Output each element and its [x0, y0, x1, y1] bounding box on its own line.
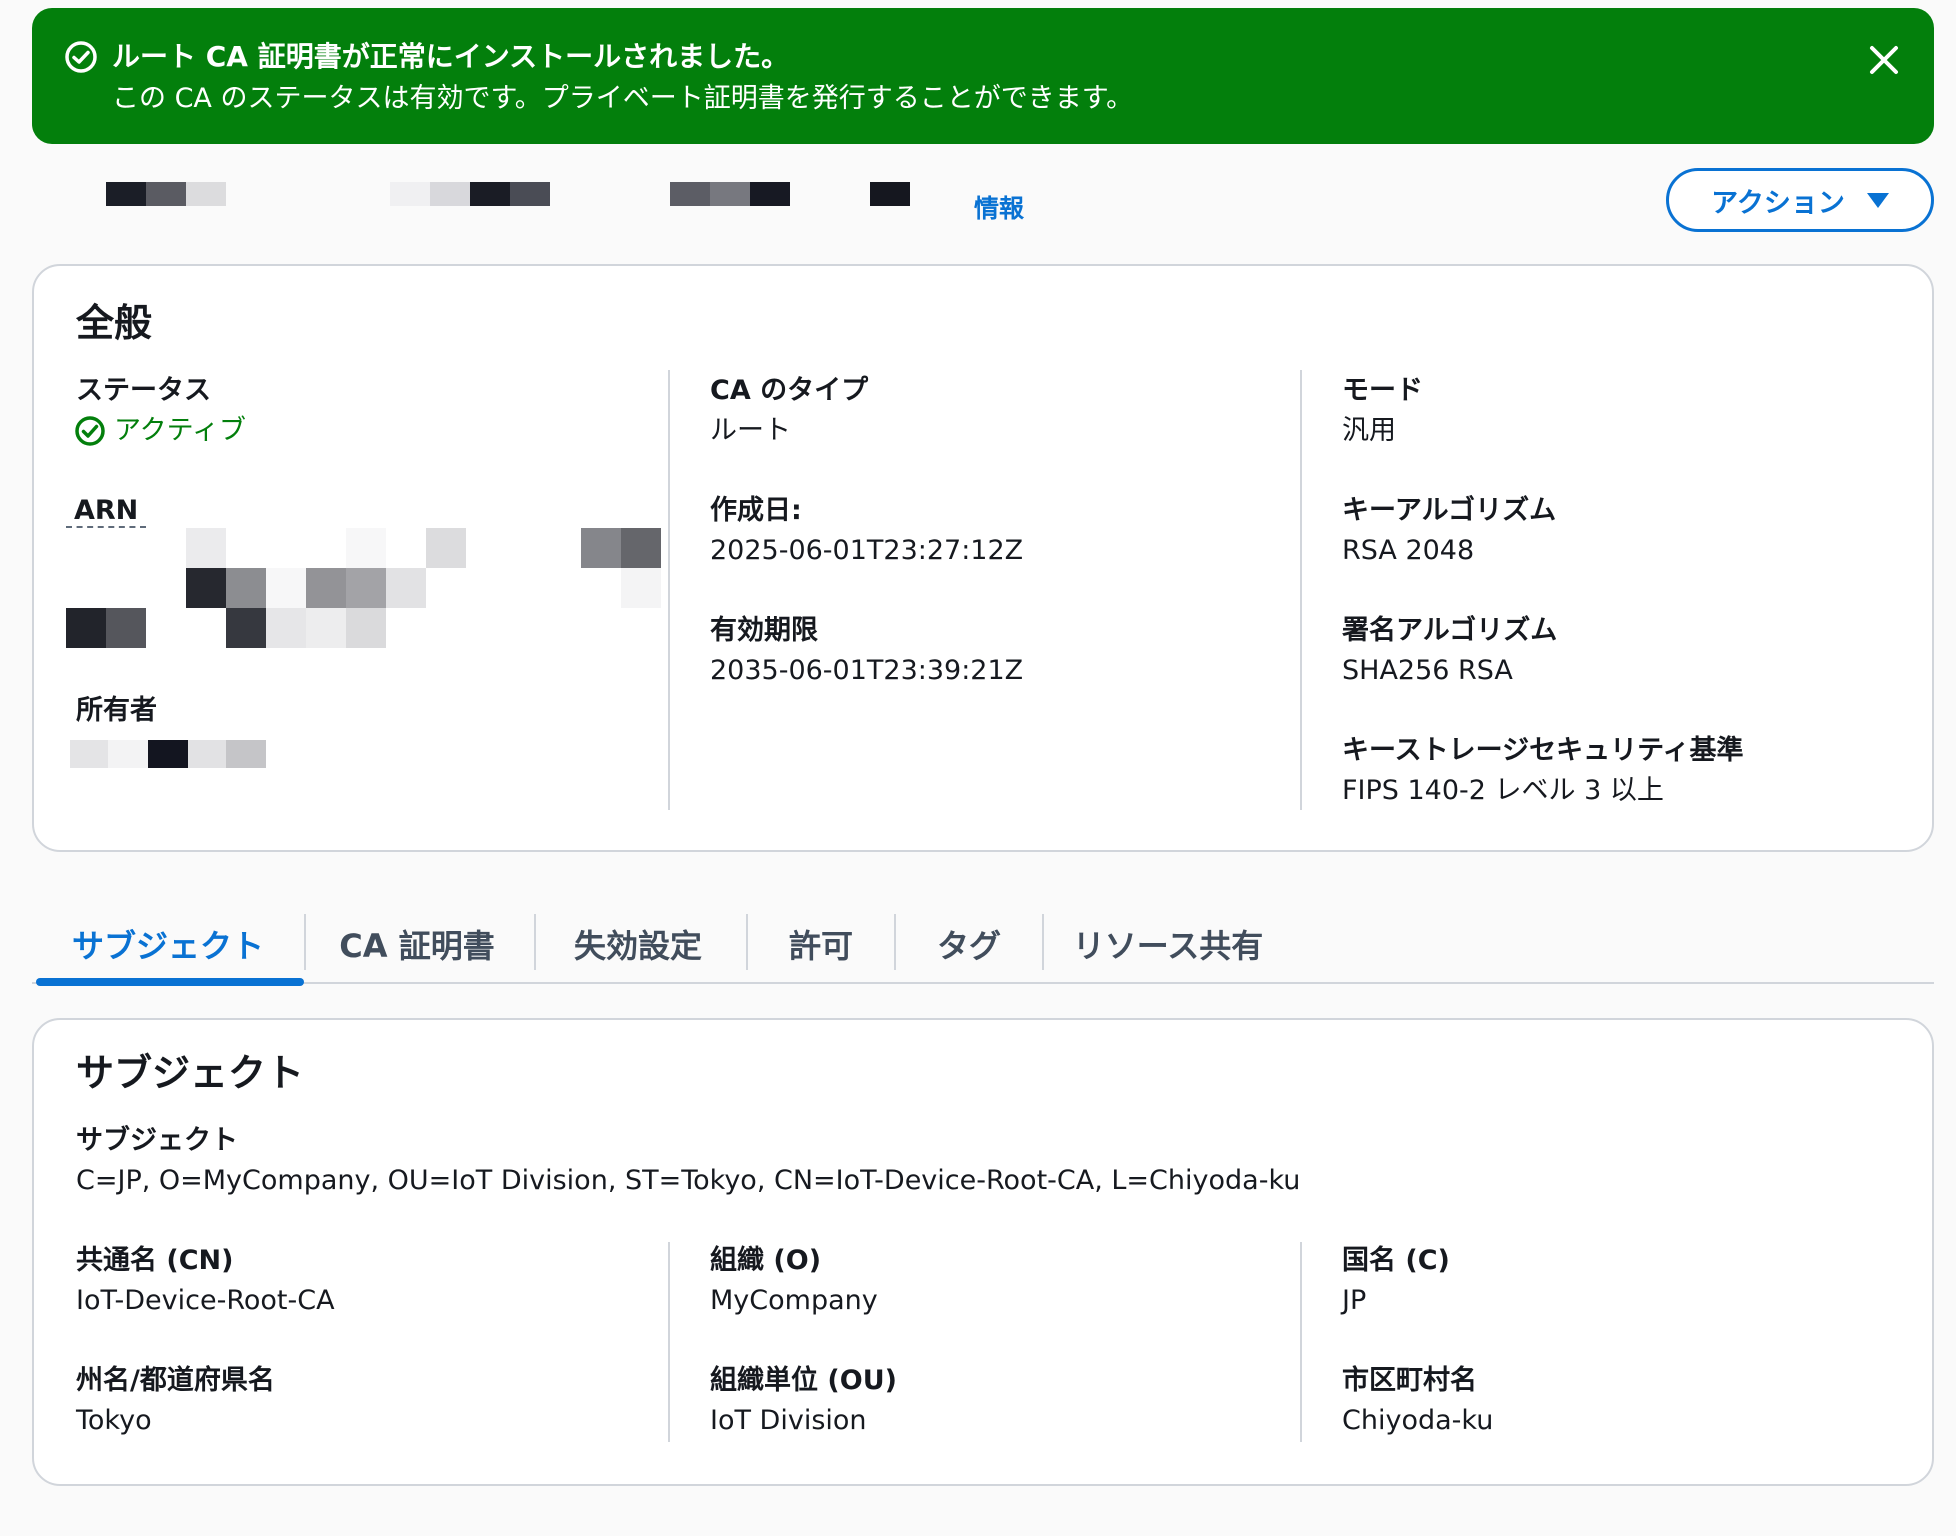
caret-down-icon — [1866, 192, 1889, 208]
org-unit-value: IoT Division — [710, 1405, 867, 1436]
tab-resource-sharing[interactable]: リソース共有 — [1048, 906, 1288, 982]
signing-algorithm-value: SHA256 RSA — [1342, 655, 1513, 686]
organization-value: MyCompany — [710, 1285, 878, 1316]
tab-ca-certificate[interactable]: CA 証明書 — [306, 906, 528, 982]
redacted-owner — [70, 740, 266, 768]
ca-type-label: CA のタイプ — [710, 375, 869, 406]
owner-label: 所有者 — [76, 695, 157, 726]
tab-separator — [1042, 914, 1044, 970]
country-label: 国名 (C) — [1342, 1245, 1450, 1276]
arn-label[interactable]: ARN — [66, 492, 147, 530]
common-name-value: IoT-Device-Root-CA — [76, 1285, 335, 1316]
redacted-page-title — [70, 182, 910, 206]
state-label: 州名/都道府県名 — [76, 1365, 275, 1396]
locality-label: 市区町村名 — [1342, 1365, 1477, 1396]
general-title: 全般 — [76, 301, 153, 345]
redacted-arn — [66, 528, 661, 648]
subject-label: サブジェクト — [76, 1125, 238, 1156]
locality-value: Chiyoda-ku — [1342, 1405, 1494, 1436]
flash-message: この CA のステータスは有効です。プライベート証明書を発行することができます。 — [112, 83, 1134, 114]
subject-title: サブジェクト — [76, 1051, 305, 1095]
success-flash-banner: ルート CA 証明書が正常にインストールされました。 この CA のステータスは… — [32, 8, 1934, 144]
ca-type-value: ルート — [710, 415, 791, 446]
column-divider — [668, 370, 670, 810]
column-divider — [1300, 370, 1302, 810]
actions-button-label: アクション — [1711, 187, 1845, 219]
signing-algorithm-label: 署名アルゴリズム — [1342, 615, 1558, 646]
mode-value: 汎用 — [1342, 415, 1396, 446]
key-storage-label: キーストレージセキュリティ基準 — [1342, 735, 1744, 766]
country-value: JP — [1342, 1285, 1367, 1316]
general-card: 全般 ステータス アクティブ ARN 所有者 CA のタイプ ルート 作成日: … — [32, 264, 1934, 852]
close-icon[interactable] — [1866, 42, 1902, 78]
created-value: 2025-06-01T23:27:12Z — [710, 535, 1024, 566]
tab-permissions[interactable]: 許可 — [748, 906, 894, 982]
expires-value: 2035-06-01T23:39:21Z — [710, 655, 1024, 686]
flash-title: ルート CA 証明書が正常にインストールされました。 — [112, 40, 790, 73]
organization-label: 組織 (O) — [710, 1245, 822, 1276]
key-storage-value: FIPS 140-2 レベル 3 以上 — [1342, 775, 1664, 806]
check-circle-icon — [65, 41, 97, 73]
common-name-label: 共通名 (CN) — [76, 1245, 234, 1276]
subject-card: サブジェクト サブジェクト C=JP, O=MyCompany, OU=IoT … — [32, 1018, 1934, 1486]
tab-revocation[interactable]: 失効設定 — [536, 906, 740, 982]
state-value: Tokyo — [76, 1405, 152, 1436]
info-link[interactable]: 情報 — [974, 192, 1024, 226]
subject-value: C=JP, O=MyCompany, OU=IoT Division, ST=T… — [76, 1165, 1301, 1196]
mode-label: モード — [1342, 375, 1423, 406]
column-divider — [668, 1242, 670, 1442]
check-circle-icon — [75, 416, 105, 446]
org-unit-label: 組織単位 (OU) — [710, 1365, 897, 1396]
status-label: ステータス — [76, 375, 211, 406]
status-value: アクティブ — [74, 412, 246, 450]
expires-label: 有効期限 — [710, 615, 818, 646]
detail-tabs: サブジェクト CA 証明書 失効設定 許可 タグ リソース共有 — [32, 906, 1934, 986]
tab-tags[interactable]: タグ — [896, 906, 1042, 982]
key-algorithm-value: RSA 2048 — [1342, 535, 1475, 566]
status-text: アクティブ — [114, 415, 247, 446]
created-label: 作成日: — [710, 495, 802, 526]
key-algorithm-label: キーアルゴリズム — [1342, 495, 1557, 526]
arn-label-text: ARN — [66, 495, 147, 528]
column-divider — [1300, 1242, 1302, 1442]
tab-subject[interactable]: サブジェクト — [32, 906, 304, 986]
actions-dropdown-button[interactable]: アクション — [1666, 168, 1934, 232]
